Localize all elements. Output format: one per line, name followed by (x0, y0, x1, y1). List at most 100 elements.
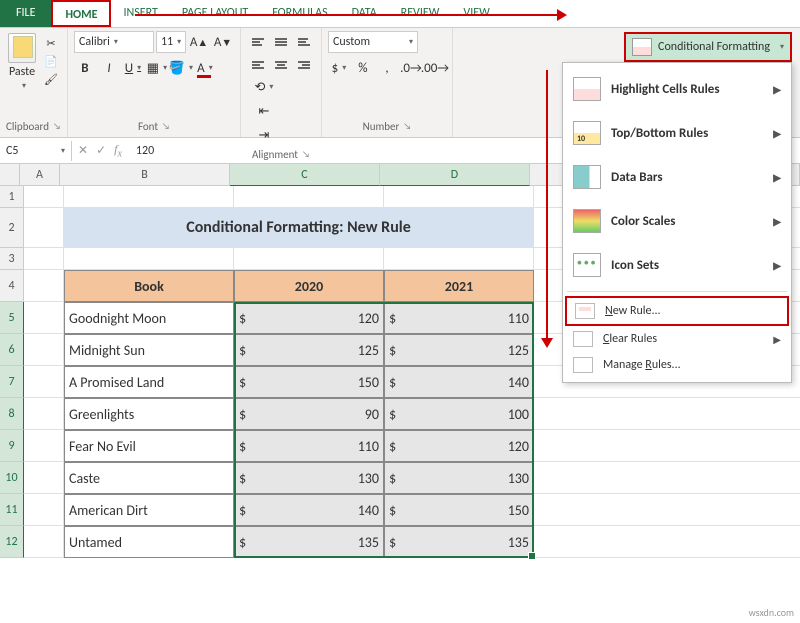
menu-icon-sets[interactable]: Icon Sets▶ (565, 243, 789, 287)
conditional-formatting-button[interactable]: Conditional Formatting ▾ (624, 32, 792, 62)
row-header[interactable]: 3 (0, 248, 24, 270)
cell[interactable]: $100 (384, 398, 534, 430)
cell[interactable] (24, 302, 64, 334)
row-header[interactable]: 8 (0, 398, 24, 430)
decrease-font-button[interactable]: A▼ (212, 31, 234, 53)
menu-clear-rules[interactable]: Clear Rules▶ (565, 326, 789, 352)
cell[interactable]: $135 (234, 526, 384, 558)
menu-color-scales[interactable]: Color Scales▶ (565, 199, 789, 243)
cell[interactable]: Book (64, 270, 234, 302)
increase-decimal-button[interactable]: .0→ (400, 57, 422, 79)
cell[interactable]: Caste (64, 462, 234, 494)
cell[interactable] (64, 248, 234, 270)
cell[interactable]: 2020 (234, 270, 384, 302)
align-middle[interactable] (270, 31, 292, 53)
cell[interactable]: Untamed (64, 526, 234, 558)
cell[interactable]: Conditional Formatting: New Rule (64, 208, 534, 248)
dialog-launcher-icon[interactable]: ↘ (162, 121, 170, 132)
cell[interactable] (534, 494, 800, 526)
borders-button[interactable]: ▦▾ (146, 57, 168, 79)
row-header[interactable]: 1 (0, 186, 24, 208)
cell[interactable] (24, 270, 64, 302)
cell[interactable] (24, 526, 64, 558)
cell[interactable] (24, 398, 64, 430)
decrease-decimal-button[interactable]: .00→ (424, 57, 446, 79)
cell[interactable] (234, 248, 384, 270)
menu-top-bottom-rules[interactable]: Top/Bottom Rules▶ (565, 111, 789, 155)
cell[interactable]: Fear No Evil (64, 430, 234, 462)
cell[interactable] (24, 430, 64, 462)
font-family-select[interactable]: Calibri▾ (74, 31, 154, 53)
column-header[interactable]: B (60, 164, 230, 186)
number-format-select[interactable]: Custom▾ (328, 31, 418, 53)
column-header[interactable]: A (20, 164, 60, 186)
row-header[interactable]: 7 (0, 366, 24, 398)
align-left[interactable] (247, 54, 269, 76)
orientation-button[interactable]: ⟲▾ (253, 76, 275, 98)
align-right[interactable] (293, 54, 315, 76)
cancel-formula-icon[interactable]: ✕ (78, 143, 88, 158)
menu-data-bars[interactable]: Data Bars▶ (565, 155, 789, 199)
cell[interactable]: $110 (384, 302, 534, 334)
dialog-launcher-icon[interactable]: ↘ (302, 149, 310, 160)
row-header[interactable]: 12 (0, 526, 24, 558)
cell[interactable] (384, 248, 534, 270)
fill-color-button[interactable]: 🪣▾ (170, 57, 192, 79)
dialog-launcher-icon[interactable]: ↘ (403, 121, 411, 132)
decrease-indent-button[interactable]: ⇤ (253, 100, 275, 122)
accept-formula-icon[interactable]: ✓ (96, 143, 106, 158)
cell[interactable]: $130 (234, 462, 384, 494)
tab-file[interactable]: FILE (0, 0, 51, 27)
paste-button[interactable]: Paste ▾ (6, 31, 38, 93)
increase-font-button[interactable]: A▲ (188, 31, 210, 53)
cell[interactable] (24, 494, 64, 526)
menu-highlight-cells-rules[interactable]: Highlight Cells Rules▶ (565, 67, 789, 111)
cell[interactable]: Midnight Sun (64, 334, 234, 366)
row-header[interactable]: 2 (0, 208, 24, 248)
tab-home[interactable]: HOME (51, 0, 111, 27)
increase-indent-button[interactable]: ⇥ (253, 124, 275, 146)
cell[interactable]: 2021 (384, 270, 534, 302)
cell[interactable] (534, 430, 800, 462)
format-painter-button[interactable]: 🖌 (42, 71, 60, 87)
cell[interactable] (234, 186, 384, 208)
comma-button[interactable]: , (376, 57, 398, 79)
cell[interactable]: $140 (384, 366, 534, 398)
cell[interactable]: $120 (384, 430, 534, 462)
cell[interactable] (24, 366, 64, 398)
cell[interactable] (534, 398, 800, 430)
row-header[interactable]: 5 (0, 302, 24, 334)
row-header[interactable]: 10 (0, 462, 24, 494)
align-bottom[interactable] (293, 31, 315, 53)
underline-button[interactable]: U▾ (122, 57, 144, 79)
cell[interactable]: $150 (384, 494, 534, 526)
row-header[interactable]: 6 (0, 334, 24, 366)
font-size-select[interactable]: 11▾ (156, 31, 186, 53)
align-top[interactable] (247, 31, 269, 53)
cell[interactable] (24, 334, 64, 366)
font-color-button[interactable]: A▾ (194, 57, 216, 79)
row-header[interactable]: 9 (0, 430, 24, 462)
fx-icon[interactable]: fx (114, 142, 122, 159)
cell[interactable]: $125 (234, 334, 384, 366)
cell[interactable]: $135 (384, 526, 534, 558)
cell[interactable]: $140 (234, 494, 384, 526)
cell[interactable] (24, 462, 64, 494)
percent-button[interactable]: % (352, 57, 374, 79)
name-box[interactable]: C5▾ (0, 141, 72, 161)
column-header[interactable]: C (230, 164, 380, 186)
cell[interactable]: Greenlights (64, 398, 234, 430)
cell[interactable]: $90 (234, 398, 384, 430)
column-header[interactable]: D (380, 164, 530, 186)
cell[interactable] (24, 208, 64, 248)
row-header[interactable]: 11 (0, 494, 24, 526)
cut-button[interactable]: ✂ (42, 35, 60, 51)
cell[interactable]: American Dirt (64, 494, 234, 526)
cell[interactable]: $120 (234, 302, 384, 334)
cell[interactable]: $130 (384, 462, 534, 494)
select-all-corner[interactable] (0, 164, 20, 186)
align-center[interactable] (270, 54, 292, 76)
italic-button[interactable]: I (98, 57, 120, 79)
cell[interactable]: Goodnight Moon (64, 302, 234, 334)
cell[interactable] (24, 248, 64, 270)
